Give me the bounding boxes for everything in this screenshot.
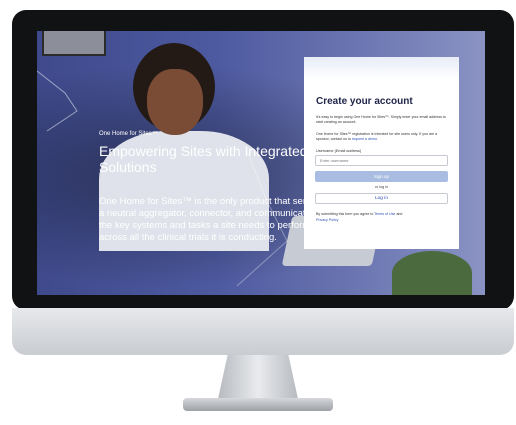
and-text: and xyxy=(396,212,403,216)
intro-text: It's easy to begin using One Home for Si… xyxy=(316,115,446,124)
monitor-chin xyxy=(12,308,514,355)
hero-title: Empowering Sites with Integrated Solutio… xyxy=(99,143,308,175)
monitor-bezel: One Home for Sites™ Empowering Sites wit… xyxy=(12,10,514,310)
login-button[interactable]: Log in xyxy=(315,193,448,204)
brand-tagline: One Home for Sites™ xyxy=(99,131,158,137)
terms-text: By submitting this form you agree to Ter… xyxy=(316,211,451,223)
privacy-policy-link[interactable]: Privacy Policy xyxy=(316,218,338,222)
terms-prefix: By submitting this form you agree to xyxy=(316,212,374,216)
signup-card: Create your account It's easy to begin u… xyxy=(304,57,459,249)
terms-of-use-link[interactable]: Terms of Use xyxy=(374,212,395,216)
username-label: Username (Email address) xyxy=(316,149,362,153)
note-suffix: . xyxy=(376,137,378,141)
screen: One Home for Sites™ Empowering Sites wit… xyxy=(37,31,485,295)
card-title: Create your account xyxy=(316,96,413,107)
registration-note: One Home for Sites™ registration is inte… xyxy=(316,132,451,142)
card-header-band xyxy=(304,57,459,79)
signup-button[interactable]: Sign up xyxy=(315,171,448,182)
hero-description: One Home for Sites™ is the only product … xyxy=(99,196,334,243)
username-input[interactable]: Enter username xyxy=(315,155,448,166)
monitor-stand-neck xyxy=(218,355,298,399)
monitor-stand-base xyxy=(183,398,333,411)
or-login-text: or log in xyxy=(374,185,389,189)
request-demo-link[interactable]: request a demo xyxy=(352,137,377,141)
